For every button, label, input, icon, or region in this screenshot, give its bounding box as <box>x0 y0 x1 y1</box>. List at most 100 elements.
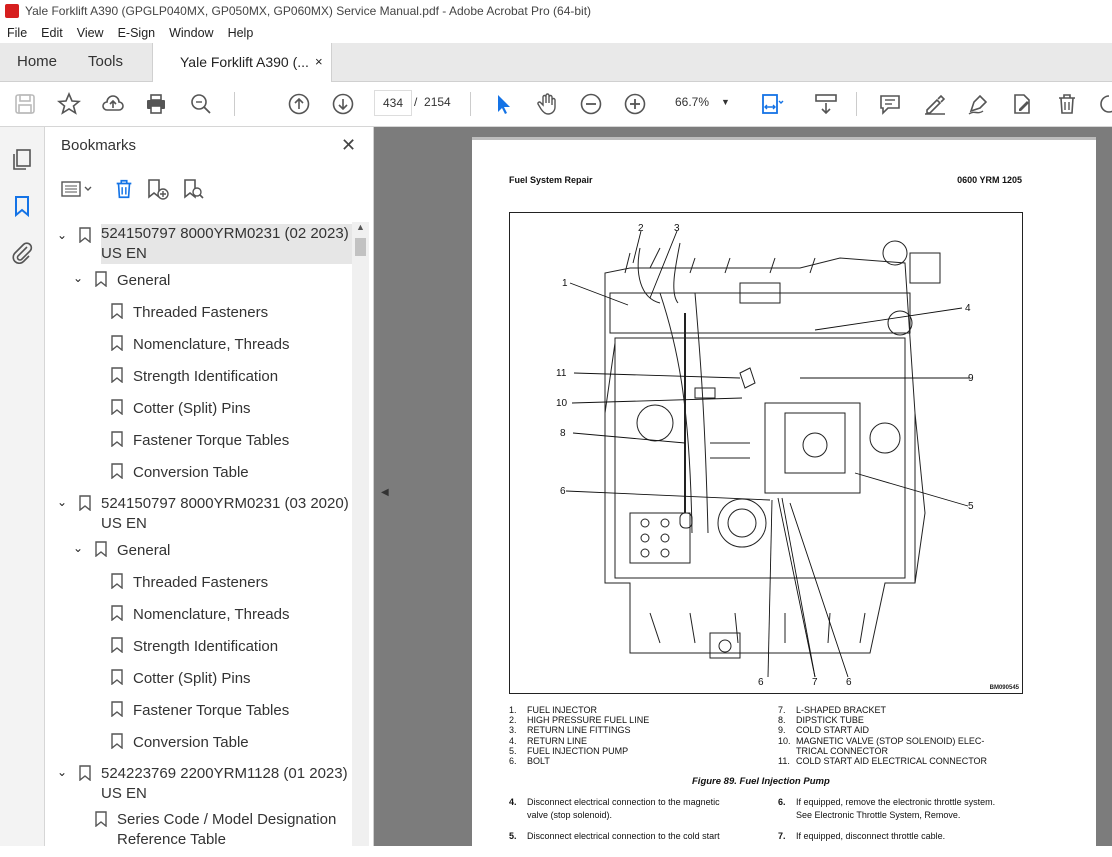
bookmark-icon <box>79 227 91 248</box>
bookmark-item[interactable]: General <box>117 271 170 291</box>
bookmark-item[interactable]: Strength Identification <box>133 637 278 657</box>
select-cursor-icon[interactable] <box>491 92 515 116</box>
star-bookmark-icon[interactable] <box>56 91 82 116</box>
menu-window[interactable]: Window <box>162 26 220 40</box>
trash-icon[interactable] <box>1055 92 1079 116</box>
zoom-out-icon[interactable] <box>579 92 603 116</box>
zoom-search-icon[interactable] <box>189 92 213 116</box>
sign-pen-icon[interactable] <box>966 92 990 116</box>
print-icon[interactable] <box>144 92 168 116</box>
chevron-down-icon[interactable]: ⌄ <box>57 495 67 509</box>
bookmark-item[interactable]: Series Code / Model Designation Referenc… <box>117 810 353 846</box>
attachments-icon[interactable] <box>10 240 34 264</box>
previous-page-icon[interactable] <box>287 92 311 116</box>
bookmark-item[interactable]: Strength Identification <box>133 367 278 387</box>
bookmark-icon <box>111 335 123 356</box>
bookmarks-icon[interactable] <box>10 194 34 218</box>
bookmark-item[interactable]: Nomenclature, Threads <box>133 605 289 625</box>
bookmark-icon <box>111 637 123 658</box>
legend-number: 2. <box>509 715 517 726</box>
step-text: If equipped, remove the electronic throt… <box>796 797 996 807</box>
callout-5: 5 <box>968 501 974 512</box>
tab-home[interactable]: Home <box>17 43 57 81</box>
close-tab-icon[interactable]: × <box>315 43 323 81</box>
callout-6-bottom-right: 6 <box>846 677 852 688</box>
bookmark-icon <box>111 669 123 690</box>
bookmark-item[interactable]: Conversion Table <box>133 463 249 483</box>
next-page-icon[interactable] <box>331 92 355 116</box>
callout-2: 2 <box>638 223 644 234</box>
legend-number: 6. <box>509 756 517 767</box>
upload-cloud-icon[interactable] <box>101 92 125 116</box>
legend-text: L-SHAPED BRACKET <box>796 705 887 715</box>
menu-file[interactable]: File <box>0 26 34 40</box>
tab-tools[interactable]: Tools <box>88 43 123 81</box>
legend-text: COLD START AID <box>796 725 870 736</box>
chevron-down-icon[interactable]: ⌄ <box>57 228 67 242</box>
legend-row: 5. FUEL INJECTION PUMP <box>509 746 649 756</box>
tab-document[interactable]: Yale Forklift A390 (... × <box>152 43 332 82</box>
bookmark-item[interactable]: 524150797 8000YRM0231 (03 2020) US EN <box>101 494 353 534</box>
bookmark-item[interactable]: 524223769 2200YRM1128 (01 2023) US EN <box>101 764 353 804</box>
scroll-mode-icon[interactable] <box>814 92 838 116</box>
bookmarks-scrollbar[interactable]: ▲ <box>352 222 369 846</box>
bookmark-icon <box>79 765 91 786</box>
hand-tool-icon[interactable] <box>535 92 559 116</box>
procedure-step: 5. Disconnect electrical connection to t… <box>509 830 759 856</box>
comment-icon[interactable] <box>878 92 902 116</box>
bookmark-icon <box>111 303 123 324</box>
bookmark-item[interactable]: Cotter (Split) Pins <box>133 669 251 689</box>
zoom-in-icon[interactable] <box>623 92 647 116</box>
find-bookmark-icon[interactable] <box>181 177 205 206</box>
window-title: Yale Forklift A390 (GPGLP040MX, GP050MX,… <box>25 4 592 18</box>
highlight-pen-icon[interactable] <box>923 92 947 116</box>
chevron-down-icon[interactable]: ⌄ <box>73 271 83 285</box>
bookmark-item[interactable]: Fastener Torque Tables <box>133 701 289 721</box>
bookmark-item[interactable]: Fastener Torque Tables <box>133 431 289 451</box>
bookmark-item[interactable]: General <box>117 541 170 561</box>
page-number-input[interactable]: 434 <box>374 90 412 116</box>
page-thumbnails-icon[interactable] <box>10 147 34 171</box>
save-icon[interactable] <box>13 92 37 116</box>
close-panel-icon[interactable]: ✕ <box>341 135 356 156</box>
zoom-level-select[interactable]: 66.7% ▼ <box>665 90 737 114</box>
bookmark-item[interactable]: Nomenclature, Threads <box>133 335 289 355</box>
legend-number: 8. <box>778 715 786 726</box>
bookmark-item[interactable]: Threaded Fasteners <box>133 303 268 323</box>
delete-bookmark-icon[interactable] <box>113 177 135 206</box>
chevron-down-icon[interactable]: ⌄ <box>73 541 83 555</box>
bookmark-icon <box>95 271 107 292</box>
toolbar <box>0 82 1112 127</box>
add-bookmark-icon[interactable] <box>145 177 169 206</box>
bookmark-label: Series Code / Model Designation <box>117 811 337 828</box>
edit-pdf-icon[interactable] <box>1010 92 1034 116</box>
menu-help[interactable]: Help <box>221 26 261 40</box>
legend-row: 8. DIPSTICK TUBE <box>778 715 987 725</box>
options-menu-icon[interactable] <box>61 179 95 204</box>
fit-page-icon[interactable] <box>760 92 784 116</box>
bookmark-label-line2: US EN <box>101 785 147 802</box>
menu-edit[interactable]: Edit <box>34 26 70 40</box>
menu-e-sign[interactable]: E-Sign <box>111 26 163 40</box>
page-top-edge <box>472 137 1096 140</box>
bookmarks-panel: Bookmarks ✕ 524150797 8000YRM0231 (02 20… <box>45 127 374 846</box>
fuel-injection-pump-illustration: 1 2 3 4 5 6 6 7 6 8 9 10 11 <box>556 223 974 688</box>
collapse-panel-icon[interactable]: ◀ <box>381 487 389 498</box>
legend-text: RETURN LINE FITTINGS <box>527 725 631 736</box>
bookmark-icon <box>111 399 123 420</box>
bookmark-item[interactable]: Cotter (Split) Pins <box>133 399 251 419</box>
bookmark-icon <box>111 463 123 484</box>
bookmark-item[interactable]: Threaded Fasteners <box>133 573 268 593</box>
step-text-line2: valve (stop solenoid). <box>527 809 613 820</box>
menu-view[interactable]: View <box>70 26 111 40</box>
bookmark-item[interactable]: Conversion Table <box>133 733 249 753</box>
chevron-down-icon[interactable]: ⌄ <box>57 765 67 779</box>
callout-4: 4 <box>965 303 971 314</box>
page-separator: / <box>414 95 418 109</box>
bookmark-item[interactable]: 524150797 8000YRM0231 (02 2023) US EN <box>101 224 353 264</box>
legend-row: 6. BOLT <box>509 756 649 766</box>
scrollbar-thumb[interactable] <box>355 238 366 256</box>
scroll-up-icon[interactable]: ▲ <box>356 222 365 232</box>
rotate-icon[interactable] <box>1097 92 1112 116</box>
bookmark-label: 524150797 8000YRM0231 (02 2023) <box>101 225 349 242</box>
